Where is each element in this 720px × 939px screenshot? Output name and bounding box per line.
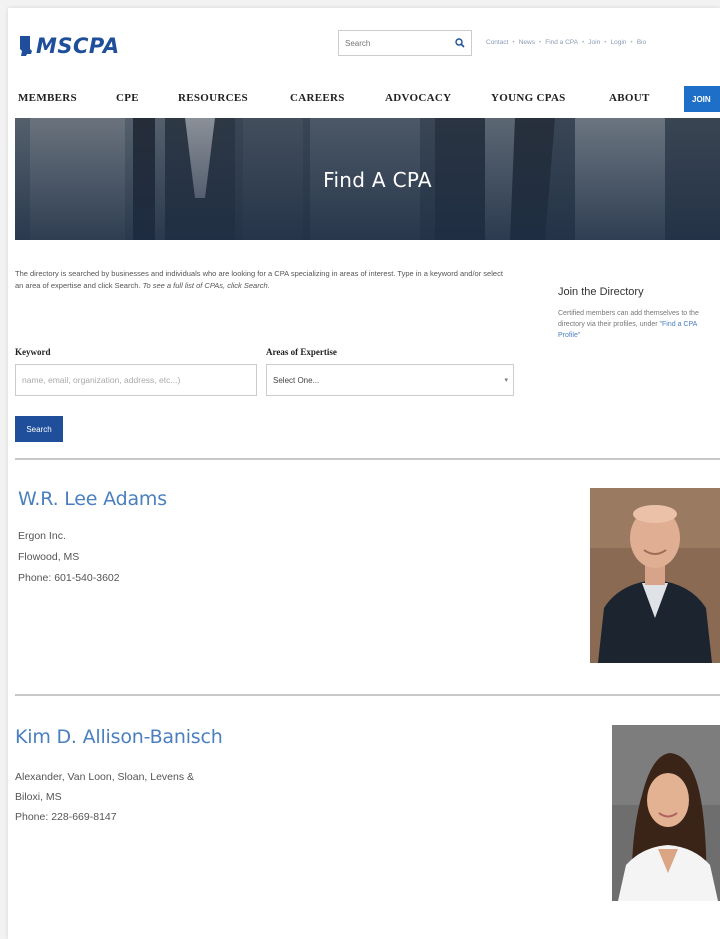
nav-item-resources[interactable]: RESOURCES	[178, 92, 248, 104]
expertise-select[interactable]: Select One... ▾	[266, 364, 514, 396]
divider	[15, 694, 720, 696]
keyword-label: Keyword	[15, 347, 51, 357]
result-phone: Phone: 601-540-3602	[18, 572, 120, 584]
page: MSCPA Contact • News • Find a CPA • Join…	[8, 8, 720, 939]
separator: •	[512, 39, 515, 46]
nav-item-cpe[interactable]: CPE	[116, 92, 139, 104]
utility-link-find-a-cpa[interactable]: Find a CPA	[545, 39, 578, 46]
separator: •	[582, 39, 585, 46]
utility-link-news[interactable]: News	[519, 39, 535, 46]
nav-item-about[interactable]: ABOUT	[609, 92, 650, 104]
search-button[interactable]: Search	[15, 416, 63, 442]
result-name-link[interactable]: Kim D. Allison-Banisch	[15, 726, 223, 748]
result-location: Flowood, MS	[18, 551, 80, 563]
nav-item-young-cpas[interactable]: YOUNG CPAS	[491, 92, 566, 104]
utility-link-login[interactable]: Login	[611, 39, 627, 46]
nav-item-advocacy[interactable]: ADVOCACY	[385, 92, 451, 104]
nav-item-members[interactable]: MEMBERS	[18, 92, 77, 104]
logo-text: MSCPA	[36, 34, 120, 58]
separator: •	[630, 39, 633, 46]
mscpa-logo[interactable]: MSCPA	[18, 34, 120, 58]
separator: •	[604, 39, 607, 46]
intro-text-hint: To see a full list of CPAs, click Search…	[142, 281, 270, 290]
page-title: Find A CPA	[323, 168, 432, 192]
join-directory-text: Certified members can add themselves to …	[558, 308, 708, 341]
result-location: Biloxi, MS	[15, 791, 62, 803]
join-button[interactable]: JOIN	[684, 86, 720, 112]
result-name-link[interactable]: W.R. Lee Adams	[18, 488, 167, 510]
result-organization: Alexander, Van Loon, Sloan, Levens &	[15, 771, 195, 783]
utility-link-contact[interactable]: Contact	[486, 39, 508, 46]
search-icon[interactable]	[449, 31, 471, 55]
utility-link-join[interactable]: Join	[588, 39, 600, 46]
site-search	[338, 30, 472, 56]
nav-item-careers[interactable]: CAREERS	[290, 92, 345, 104]
result-photo	[590, 488, 720, 663]
result-photo	[612, 725, 720, 901]
site-header: MSCPA Contact • News • Find a CPA • Join…	[8, 8, 720, 76]
utility-link-bio[interactable]: Bio	[637, 39, 646, 46]
divider	[15, 458, 720, 460]
keyword-input[interactable]: name, email, organization, address, etc.…	[15, 364, 257, 396]
mississippi-state-icon	[20, 36, 32, 56]
main-nav: MEMBERS CPE RESOURCES CAREERS ADVOCACY Y…	[8, 78, 720, 118]
result-organization: Ergon Inc.	[18, 530, 66, 542]
expertise-label: Areas of Expertise	[266, 347, 337, 357]
result-phone: Phone: 228-669-8147	[15, 811, 117, 823]
site-search-input[interactable]	[339, 38, 449, 48]
separator: •	[538, 39, 542, 46]
hero-banner: Find A CPA	[15, 118, 720, 240]
join-directory-heading: Join the Directory	[558, 286, 644, 298]
expertise-select-value: Select One...	[273, 375, 320, 385]
intro-text: The directory is searched by businesses …	[15, 268, 505, 292]
chevron-down-icon: ▾	[504, 377, 508, 384]
utility-links: Contact • News • Find a CPA • Join • Log…	[486, 39, 646, 46]
